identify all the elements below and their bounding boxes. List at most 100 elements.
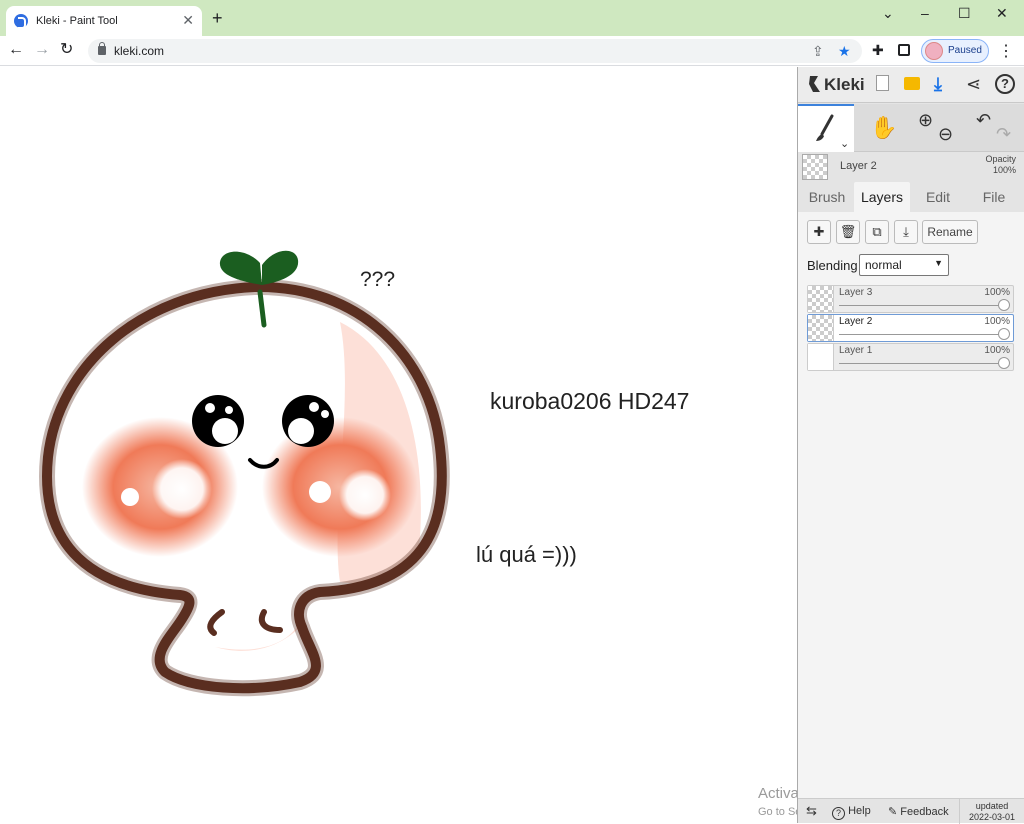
- drawing-canvas[interactable]: ??? kuroba0206 HD247 lú quá =))): [0, 67, 797, 823]
- lock-icon: [98, 42, 106, 55]
- opacity-slider-track[interactable]: [839, 363, 1001, 364]
- profile-button[interactable]: Paused: [921, 39, 989, 63]
- delete-layer-icon[interactable]: 🗑: [836, 220, 860, 244]
- open-folder-icon[interactable]: [904, 77, 920, 90]
- layer-name: Layer 3: [839, 287, 873, 298]
- kleki-logo-icon: [809, 76, 820, 92]
- browser-tab[interactable]: Kleki - Paint Tool ✕: [6, 6, 202, 36]
- browser-titlebar: Kleki - Paint Tool ✕ + ⌄ – ☐ ✕: [0, 0, 1024, 36]
- zoom-out-icon[interactable]: ⊖: [938, 122, 953, 146]
- zoom-in-icon[interactable]: ⊕: [918, 108, 933, 132]
- tool-row: ⌄ ✋ ⊕ ⊖ ↶ ↷: [798, 104, 1024, 152]
- updated-date: 2022-03-01: [968, 812, 1016, 822]
- avatar: [925, 42, 943, 60]
- close-window-button[interactable]: ✕: [996, 5, 1008, 21]
- chevron-down-icon: ▼: [934, 258, 943, 268]
- current-layer-info: Layer 2 Opacity 100%: [798, 152, 1024, 182]
- address-bar[interactable]: kleki.com ⇪ ★: [88, 39, 862, 63]
- url-text[interactable]: kleki.com: [114, 44, 164, 58]
- duplicate-layer-icon[interactable]: ⧉: [865, 220, 889, 244]
- sprout-leaf-right: [262, 250, 299, 285]
- layer-row-layer-3[interactable]: Layer 3 100%: [807, 285, 1014, 313]
- extensions-icon[interactable]: ✚: [872, 42, 884, 58]
- current-layer-thumbnail: [802, 154, 828, 180]
- blush-highlight-right-small: [309, 481, 331, 503]
- new-file-icon[interactable]: [876, 75, 889, 91]
- add-layer-button[interactable]: ✚: [807, 220, 831, 244]
- question-marks-text: ???: [360, 268, 396, 291]
- current-layer-opacity: Opacity 100%: [985, 154, 1016, 176]
- blush-right: [262, 417, 418, 557]
- layer-thumbnail: [808, 344, 834, 370]
- help-label: Help: [848, 805, 871, 817]
- opacity-slider-track[interactable]: [839, 305, 1001, 306]
- back-button[interactable]: ←: [8, 41, 24, 59]
- merge-layer-icon[interactable]: ⤓: [894, 220, 918, 244]
- bookmark-star-icon[interactable]: ★: [838, 42, 851, 60]
- blush-highlight-left: [152, 459, 212, 519]
- redo-icon[interactable]: ↷: [996, 122, 1011, 146]
- hand-tool[interactable]: ✋: [854, 104, 910, 152]
- reload-button[interactable]: ↻: [60, 41, 73, 59]
- history-tools: ↶ ↷: [966, 104, 1024, 152]
- kleki-topbar: Kleki ⤓ ⋖ ?: [798, 67, 1024, 103]
- download-icon[interactable]: ⤓: [934, 73, 942, 95]
- hand-icon: ✋: [870, 115, 898, 140]
- swap-side-icon[interactable]: ⇆: [806, 803, 817, 819]
- blending-label: Blending: [807, 258, 858, 273]
- updated-badge[interactable]: updated 2022-03-01: [959, 799, 1024, 824]
- opacity-slider-handle[interactable]: [998, 299, 1010, 311]
- tab-layers[interactable]: Layers: [854, 182, 910, 212]
- tab-edit[interactable]: Edit: [911, 182, 965, 212]
- caption-text: lú quá =))): [476, 542, 577, 567]
- browser-toolbar: ← → ↻ kleki.com ⇪ ★ ✚ Paused ⋮: [0, 36, 1024, 66]
- new-tab-button[interactable]: +: [212, 9, 223, 27]
- blush-highlight-right: [339, 469, 391, 521]
- undo-icon[interactable]: ↶: [976, 108, 991, 132]
- opacity-slider-handle[interactable]: [998, 328, 1010, 340]
- browser-menu-icon[interactable]: ⋮: [998, 41, 1014, 61]
- layer-name: Layer 2: [839, 316, 873, 327]
- side-panel-icon[interactable]: [898, 44, 910, 56]
- help-circle-icon: ?: [832, 807, 845, 820]
- opacity-slider-track[interactable]: [839, 334, 1001, 335]
- feedback-icon: ✎: [888, 806, 898, 818]
- kleki-logo[interactable]: Kleki: [824, 75, 865, 95]
- sprout-stem: [257, 289, 267, 328]
- layer-opacity: 100%: [984, 287, 1010, 298]
- layer-name: Layer 1: [839, 345, 873, 356]
- tab-brush[interactable]: Brush: [801, 182, 853, 212]
- blending-value: normal: [865, 258, 902, 272]
- help-icon[interactable]: ?: [995, 74, 1015, 94]
- layer-row-layer-1[interactable]: Layer 1 100%: [807, 343, 1014, 371]
- rename-button[interactable]: Rename: [922, 220, 978, 244]
- opacity-slider-handle[interactable]: [998, 357, 1010, 369]
- tab-search-icon[interactable]: ⌄: [882, 5, 894, 21]
- blending-select[interactable]: normal ▼: [859, 254, 949, 276]
- foot-mark-left: [207, 609, 225, 636]
- blush-highlight-left-small: [121, 488, 139, 506]
- zoom-tools: ⊕ ⊖: [910, 104, 966, 152]
- brush-icon: [816, 114, 834, 141]
- tab-file[interactable]: File: [966, 182, 1022, 212]
- help-button[interactable]: ? Help: [832, 805, 871, 820]
- updated-label: updated: [975, 801, 1009, 811]
- maximize-button[interactable]: ☐: [958, 5, 971, 21]
- forward-button[interactable]: →: [34, 41, 50, 59]
- brush-tool[interactable]: ⌄: [798, 104, 854, 152]
- minimize-button[interactable]: –: [921, 5, 929, 21]
- panel-tabs: Brush Layers Edit File: [798, 182, 1024, 212]
- layer-thumbnail: [808, 286, 834, 312]
- layer-opacity: 100%: [984, 316, 1010, 327]
- share-icon[interactable]: ⇪: [812, 42, 824, 60]
- sprout-leaf-left: [219, 251, 262, 285]
- share-icon[interactable]: ⋖: [966, 73, 981, 95]
- panel-footer: ⇆ ? Help ✎ Feedback updated 2022-03-01: [798, 798, 1024, 824]
- tab-close-icon[interactable]: ✕: [182, 12, 194, 28]
- feedback-button[interactable]: ✎ Feedback: [888, 805, 949, 818]
- layer-row-layer-2[interactable]: Layer 2 100%: [807, 314, 1014, 342]
- credit-text: kuroba0206 HD247: [490, 388, 690, 414]
- layer-opacity: 100%: [984, 345, 1010, 356]
- opacity-value: 100%: [992, 165, 1016, 175]
- foot-mark-right: [258, 609, 283, 633]
